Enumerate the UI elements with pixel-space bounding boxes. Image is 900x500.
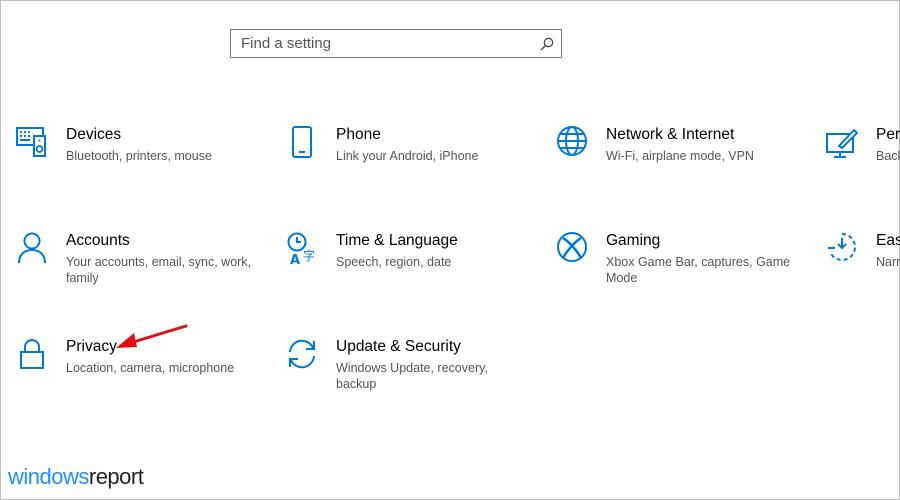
person-icon — [18, 232, 46, 264]
svg-text:字: 字 — [303, 248, 315, 263]
tile-title: Phone — [336, 126, 381, 143]
tile-title: Eas — [876, 232, 900, 249]
tile-description: Xbox Game Bar, captures, Game Mode — [606, 255, 791, 285]
tile-description: Wi-Fi, airplane mode, VPN — [606, 149, 754, 163]
tile-description: Back — [876, 149, 900, 163]
tile-description: Speech, region, date — [336, 255, 452, 269]
tile-description: Your accounts, email, sync, work, family — [66, 255, 252, 285]
search-input[interactable] — [231, 30, 541, 57]
xbox-icon — [557, 232, 587, 262]
logo-part-report: report — [88, 464, 144, 489]
settings-window — [0, 0, 900, 500]
sync-icon — [289, 339, 315, 369]
tile-description: Link your Android, iPhone — [336, 149, 479, 163]
search-box[interactable] — [230, 29, 562, 58]
svg-text:A: A — [290, 253, 300, 266]
devices-icon — [16, 127, 46, 157]
tile-title: Privacy — [66, 338, 117, 355]
lock-icon — [20, 339, 44, 369]
logo-part-windows: windows — [8, 464, 89, 489]
tile-title: Update & Security — [336, 338, 461, 355]
tile-description: Bluetooth, printers, mouse — [66, 149, 212, 163]
tile-description: Location, camera, microphone — [66, 361, 235, 375]
windowsreport-logo: windowsreport — [8, 464, 144, 490]
phone-icon — [292, 126, 312, 158]
tile-title: Time & Language — [336, 232, 458, 249]
time-language-icon: A 字 — [287, 232, 315, 266]
ease-of-access-icon — [828, 233, 856, 261]
tile-title: Gaming — [606, 232, 661, 249]
arrow-annotation-icon — [116, 324, 188, 348]
tile-title: Pers — [876, 126, 900, 143]
tile-description: Windows Update, recovery, backup — [336, 361, 488, 391]
tile-description: Narr cont — [876, 255, 900, 269]
search-icon[interactable] — [539, 36, 555, 52]
personalization-icon — [826, 128, 859, 158]
tile-title: Network & Internet — [606, 126, 735, 143]
tile-title: Devices — [66, 126, 122, 143]
globe-icon — [557, 126, 587, 156]
tile-title: Accounts — [66, 232, 130, 249]
